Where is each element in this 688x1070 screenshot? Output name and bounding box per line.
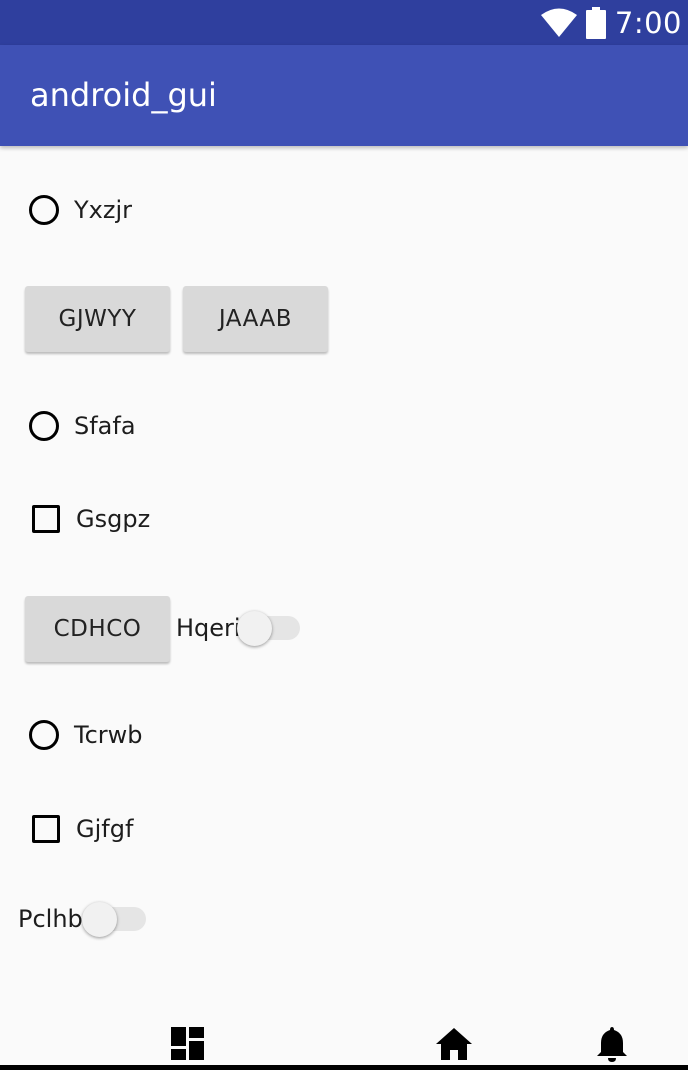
radio-label: Yxzjr <box>74 196 132 224</box>
gjwyy-button[interactable]: GJWYY <box>25 286 170 352</box>
battery-icon <box>585 6 606 39</box>
cdhco-button[interactable]: CDHCO <box>25 596 170 662</box>
status-time: 7:00 <box>614 5 682 40</box>
checkbox-box[interactable] <box>32 505 60 533</box>
checkbox-label: Gjfgf <box>76 815 134 843</box>
radio-button-circle[interactable] <box>29 720 59 750</box>
radio-button-circle[interactable] <box>29 411 59 441</box>
notifications-icon[interactable] <box>597 1025 627 1062</box>
radio-button-circle[interactable] <box>29 195 59 225</box>
switch-hqeri-thumb[interactable] <box>237 611 272 646</box>
radio-tcrwb[interactable]: Tcrwb <box>29 720 143 750</box>
switch-pclhb-thumb[interactable] <box>82 902 117 937</box>
app-title: android_gui <box>30 76 217 114</box>
status-bar: 7:00 <box>0 0 688 45</box>
switch-label-pclhb: Pclhb <box>18 905 83 933</box>
home-icon[interactable] <box>436 1028 472 1060</box>
wifi-icon <box>540 8 577 37</box>
app-bar: android_gui <box>0 45 688 146</box>
checkbox-gsgpz[interactable]: Gsgpz <box>32 505 150 533</box>
checkbox-box[interactable] <box>32 815 60 843</box>
radio-label: Sfafa <box>74 412 136 440</box>
dashboard-icon[interactable] <box>171 1027 204 1060</box>
radio-yxzjr[interactable]: Yxzjr <box>29 195 132 225</box>
jaaab-button[interactable]: JAAAB <box>183 286 328 352</box>
bottom-divider <box>0 1065 688 1070</box>
radio-sfafa[interactable]: Sfafa <box>29 411 136 441</box>
switch-label-hqeri: Hqeri <box>176 614 241 642</box>
status-icons: 7:00 <box>540 0 682 45</box>
checkbox-label: Gsgpz <box>76 505 151 533</box>
radio-label: Tcrwb <box>74 721 143 749</box>
checkbox-gjfgf[interactable]: Gjfgf <box>32 815 133 843</box>
